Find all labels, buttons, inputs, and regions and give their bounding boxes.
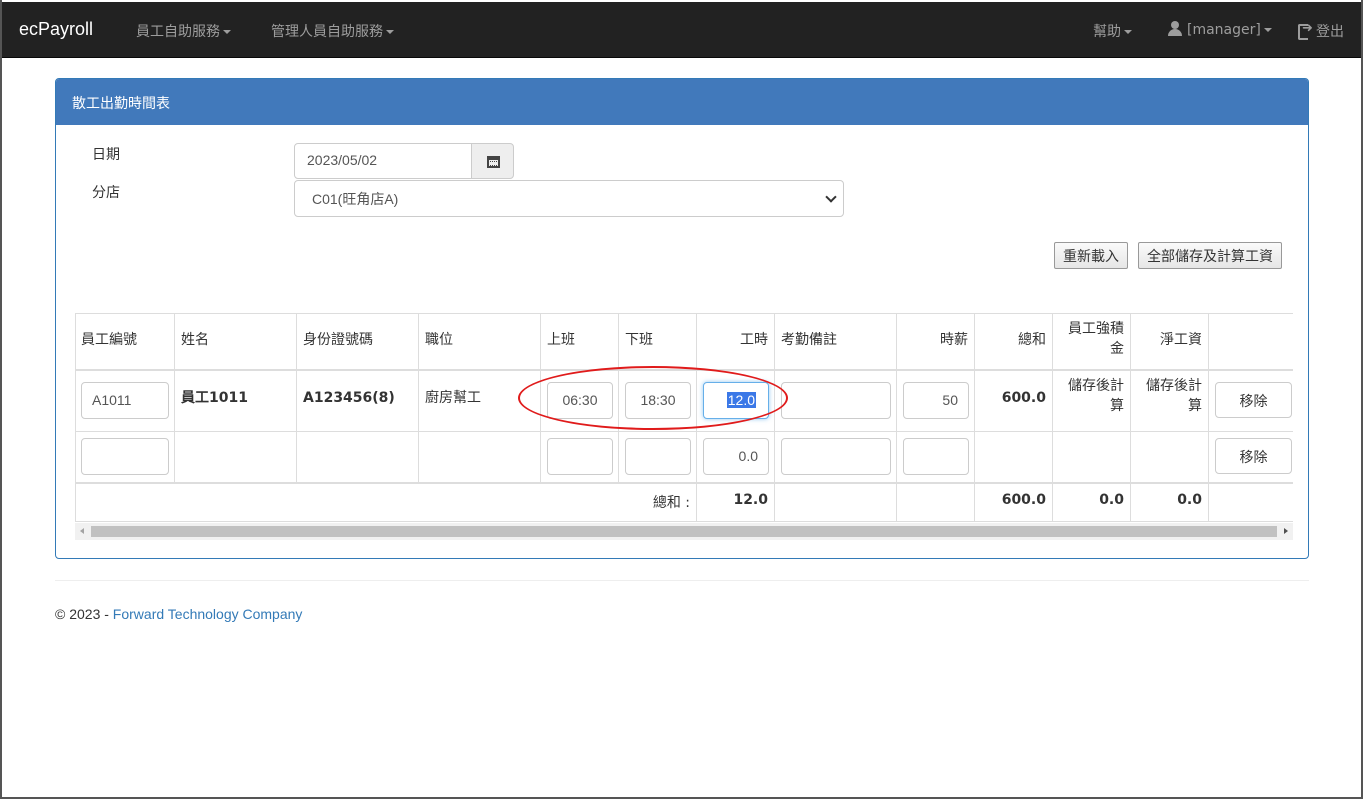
header-end: 下班: [625, 332, 653, 348]
table-col-border: [774, 313, 775, 522]
summary-label: 總和 :: [652, 495, 690, 511]
scrollbar-thumb[interactable]: [91, 526, 1277, 537]
menu-manager-self-service[interactable]: 管理人員自助服務: [271, 21, 394, 41]
header-hours: 工時: [740, 332, 768, 348]
logout-label: 登出: [1316, 24, 1344, 40]
menu-user[interactable]: [manager]: [1167, 21, 1272, 38]
save-all-calculate-button[interactable]: 全部儲存及計算工資: [1138, 242, 1282, 269]
end-time-input[interactable]: [625, 438, 691, 475]
brand-logo[interactable]: ecPayroll: [19, 19, 93, 40]
calendar-button[interactable]: [471, 143, 514, 179]
horizontal-scrollbar[interactable]: [75, 523, 1293, 540]
position-value: 廚房幫工: [425, 390, 481, 406]
row-mpf-line2: 算: [1110, 398, 1124, 414]
user-name-label: [manager]: [1187, 22, 1261, 38]
branch-label: 分店: [92, 185, 120, 201]
table-col-border: [75, 313, 76, 522]
header-id-no: 身份證號碼: [303, 332, 373, 348]
menu-help-label: 幫助: [1093, 24, 1121, 40]
row-mpf-line1: 儲存後計: [1068, 378, 1124, 394]
header-start: 上班: [547, 332, 575, 348]
remark-input[interactable]: [781, 382, 891, 419]
table-border: [75, 313, 1293, 314]
header-rate: 時薪: [940, 332, 968, 348]
row-net-line2: 算: [1188, 398, 1202, 414]
rate-input[interactable]: [903, 438, 969, 475]
footer: © 2023 - Forward Technology Company: [55, 606, 302, 622]
remark-input[interactable]: [781, 438, 891, 475]
id-number: A123456(8): [303, 390, 395, 406]
header-mpf-line1: 員工強積: [1068, 321, 1124, 337]
summary-hours: 12.0: [733, 492, 768, 508]
footer-divider: [55, 580, 1309, 581]
header-position: 職位: [425, 332, 453, 348]
emp-no-input[interactable]: A1011: [81, 382, 169, 419]
date-label: 日期: [92, 147, 120, 163]
panel-title: 散工出勤時間表: [56, 79, 1308, 125]
table-col-border: [418, 313, 419, 483]
caret-down-icon: [223, 30, 231, 34]
remove-row-button[interactable]: 移除: [1215, 382, 1292, 418]
menu-employee-label: 員工自助服務: [136, 24, 220, 40]
timesheet-panel: 散工出勤時間表 日期 2023/05/02 分店 C01(旺角店A) 重新載入 …: [55, 78, 1309, 559]
logout-link[interactable]: 登出: [1298, 21, 1344, 41]
table-row-border: [75, 431, 1293, 432]
employee-name: 員工1011: [181, 388, 248, 408]
caret-down-icon: [1124, 30, 1132, 34]
caret-down-icon: [386, 30, 394, 34]
employee-name-prefix: 員工: [181, 390, 209, 406]
user-icon: [1167, 21, 1183, 36]
row-total: 600.0: [1001, 390, 1046, 406]
header-net: 淨工資: [1160, 332, 1202, 348]
date-input[interactable]: 2023/05/02: [294, 143, 472, 179]
row-net: 儲存後計 算: [1130, 376, 1202, 416]
scroll-right-icon[interactable]: [1284, 528, 1288, 534]
menu-help[interactable]: 幫助: [1093, 21, 1132, 41]
chevron-down-icon: [825, 191, 837, 203]
top-navbar: ecPayroll 員工自助服務 管理人員自助服務 幫助 [manager] 登…: [2, 2, 1361, 58]
start-time-input[interactable]: [547, 438, 613, 475]
employee-name-number: 1011: [209, 390, 248, 406]
branch-select[interactable]: C01(旺角店A): [294, 180, 844, 217]
summary-total: 600.0: [1001, 492, 1046, 508]
table-col-border: [296, 313, 297, 483]
row-mpf: 儲存後計 算: [1052, 376, 1124, 416]
table-col-border: [174, 313, 175, 483]
remove-row-button[interactable]: 移除: [1215, 438, 1292, 474]
row-net-line1: 儲存後計: [1146, 378, 1202, 394]
table-row-border: [75, 482, 1293, 484]
footer-copyright: © 2023 -: [55, 606, 113, 622]
header-total: 總和: [1018, 332, 1046, 348]
branch-selected-value: C01(旺角店A): [312, 191, 399, 207]
menu-manager-label: 管理人員自助服務: [271, 24, 383, 40]
header-name: 姓名: [181, 332, 209, 348]
hours-input[interactable]: 0.0: [703, 438, 769, 475]
annotation-ellipse: [518, 366, 788, 430]
header-mpf: 員工強積 金: [1052, 319, 1124, 359]
table-row-border: [75, 521, 1293, 522]
header-emp-no: 員工編號: [81, 332, 137, 348]
logout-icon: [1298, 21, 1314, 40]
header-remark: 考勤備註: [781, 332, 837, 348]
caret-down-icon: [1263, 28, 1272, 32]
reload-button[interactable]: 重新載入: [1054, 242, 1128, 269]
rate-input[interactable]: 50: [903, 382, 969, 419]
header-mpf-line2: 金: [1110, 341, 1124, 357]
scroll-left-icon[interactable]: [80, 528, 84, 534]
summary-net: 0.0: [1177, 492, 1202, 508]
footer-company-link[interactable]: Forward Technology Company: [113, 606, 303, 622]
table-col-border: [1208, 313, 1209, 522]
calendar-icon: [487, 156, 500, 168]
emp-no-input[interactable]: [81, 438, 169, 475]
menu-employee-self-service[interactable]: 員工自助服務: [136, 21, 231, 41]
summary-mpf: 0.0: [1099, 492, 1124, 508]
